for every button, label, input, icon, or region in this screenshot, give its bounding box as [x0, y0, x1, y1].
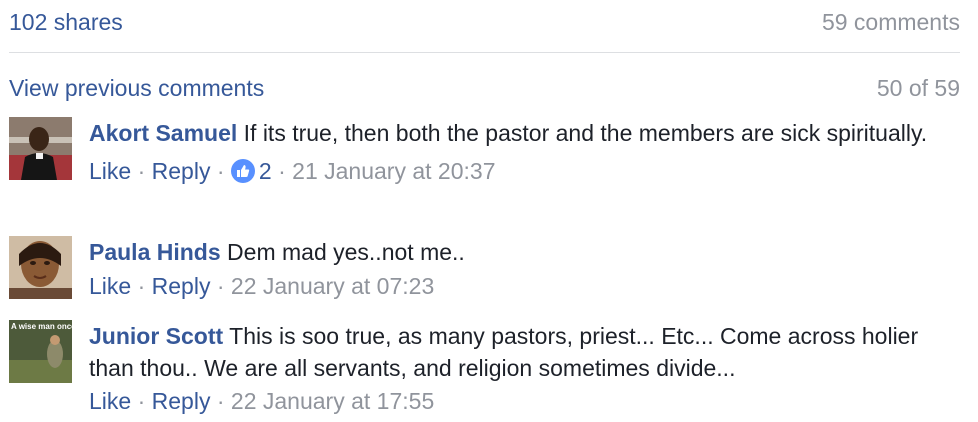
- comment-body: Junior Scott This is soo true, as many p…: [89, 320, 950, 417]
- separator: ·: [137, 158, 146, 184]
- like-button[interactable]: Like: [89, 388, 131, 414]
- comment-author[interactable]: Paula Hinds: [89, 239, 221, 265]
- reply-button[interactable]: Reply: [152, 388, 211, 414]
- reply-button[interactable]: Reply: [152, 273, 211, 299]
- comment-actions: Like · Reply · 2 · 21 January at 20:37: [89, 155, 950, 187]
- comment-timestamp[interactable]: 22 January at 07:23: [231, 273, 434, 299]
- like-count[interactable]: 2: [259, 158, 272, 184]
- previous-comments-row: View previous comments 50 of 59: [9, 72, 960, 106]
- view-previous-comments-link[interactable]: View previous comments: [9, 75, 264, 102]
- comment-author[interactable]: Akort Samuel: [89, 120, 237, 146]
- comment-actions: Like · Reply · 22 January at 07:23: [89, 270, 950, 302]
- like-button[interactable]: Like: [89, 273, 131, 299]
- comment-body: Paula Hinds Dem mad yes..not me.. Like ·…: [89, 236, 950, 302]
- like-button[interactable]: Like: [89, 158, 131, 184]
- comment-item: Akort Samuel If its true, then both the …: [9, 117, 960, 217]
- avatar-caption: A wise man once said nothing.: [11, 322, 72, 331]
- separator: ·: [216, 273, 225, 299]
- comment-author[interactable]: Junior Scott: [89, 323, 223, 349]
- comment-item: A wise man once said nothing. Junior Sco…: [9, 320, 960, 420]
- comment-text-block: Akort Samuel If its true, then both the …: [89, 117, 950, 149]
- comments-count-link[interactable]: 59 comments: [822, 9, 960, 36]
- avatar-image: [9, 117, 72, 180]
- comment-pager: 50 of 59: [876, 75, 960, 101]
- comment-timestamp[interactable]: 21 January at 20:37: [292, 158, 495, 184]
- avatar-image: A wise man once said nothing.: [9, 320, 72, 383]
- comment-text: Dem mad yes..not me..: [227, 239, 465, 265]
- avatar[interactable]: [9, 236, 72, 299]
- comment-text: If its true, then both the pastor and th…: [243, 120, 928, 146]
- comment-body: Akort Samuel If its true, then both the …: [89, 117, 950, 187]
- post-stats-bar: 102 shares 59 comments: [9, 0, 960, 53]
- reply-button[interactable]: Reply: [152, 158, 211, 184]
- avatar[interactable]: A wise man once said nothing.: [9, 320, 72, 383]
- comment-timestamp[interactable]: 22 January at 17:55: [231, 388, 434, 414]
- avatar-image: [9, 236, 72, 299]
- separator: ·: [216, 158, 225, 184]
- shares-link[interactable]: 102 shares: [9, 9, 123, 36]
- avatar[interactable]: [9, 117, 72, 180]
- comment-text-block: Paula Hinds Dem mad yes..not me..: [89, 236, 950, 268]
- comment-actions: Like · Reply · 22 January at 17:55: [89, 385, 950, 417]
- separator: ·: [137, 273, 146, 299]
- thumbs-up-icon[interactable]: [230, 159, 255, 183]
- separator: ·: [137, 388, 146, 414]
- separator: ·: [216, 388, 225, 414]
- separator: ·: [278, 158, 286, 184]
- comment-text-block: Junior Scott This is soo true, as many p…: [89, 320, 950, 384]
- comment-item: Paula Hinds Dem mad yes..not me.. Like ·…: [9, 236, 960, 306]
